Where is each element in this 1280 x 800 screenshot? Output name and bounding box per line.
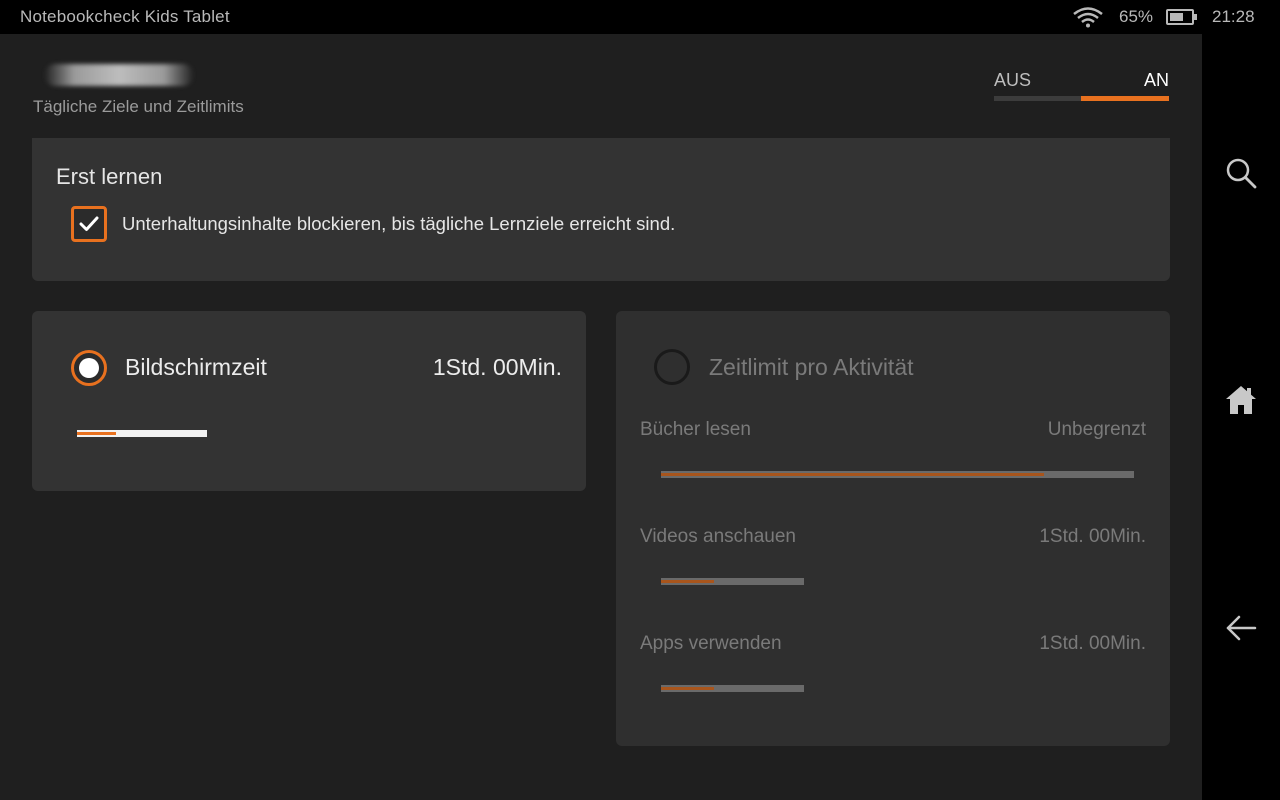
activity-value-apps: 1Std. 00Min. <box>1039 633 1146 654</box>
checkmark-icon <box>79 216 99 231</box>
search-icon <box>1226 158 1257 189</box>
activity-slider-videos[interactable] <box>661 578 804 585</box>
toggle-off-label[interactable]: AUS <box>994 70 1031 91</box>
page-subtitle: Tägliche Ziele und Zeitlimits <box>33 97 244 116</box>
home-button[interactable] <box>1221 380 1261 420</box>
main-content: Tägliche Ziele und Zeitlimits AUS AN Ers… <box>0 34 1202 800</box>
home-icon <box>1226 386 1256 414</box>
battery-icon <box>1166 9 1197 25</box>
back-button[interactable] <box>1221 608 1261 648</box>
activity-limit-label[interactable]: Zeitlimit pro Aktivität <box>709 354 914 381</box>
wifi-icon <box>1073 7 1103 28</box>
status-bar: Notebookcheck Kids Tablet 65% 21:28 <box>0 0 1280 34</box>
activity-label-apps: Apps verwenden <box>640 633 782 654</box>
screen-time-card: Bildschirmzeit 1Std. 00Min. <box>32 311 586 491</box>
slider-fill <box>661 473 1045 476</box>
on-off-toggle[interactable]: AUS AN <box>994 68 1169 104</box>
activity-limit-card: Zeitlimit pro Aktivität Bücher lesen Unb… <box>616 311 1170 746</box>
screen-time-value: 1Std. 00Min. <box>432 354 562 380</box>
learn-first-title: Erst lernen <box>56 164 163 189</box>
activity-slider-books[interactable] <box>661 471 1134 478</box>
screen-time-label[interactable]: Bildschirmzeit <box>125 354 267 381</box>
slider-fill <box>661 687 714 690</box>
slider-fill <box>77 432 116 435</box>
activity-value-books: Unbegrenzt <box>1047 419 1146 440</box>
block-entertainment-label[interactable]: Unterhaltungsinhalte blockieren, bis täg… <box>122 213 675 235</box>
profile-name-blurred <box>44 64 194 86</box>
toggle-thumb <box>1081 96 1169 101</box>
block-entertainment-checkbox[interactable] <box>71 206 107 242</box>
activity-label-books: Bücher lesen <box>640 419 751 440</box>
status-title: Notebookcheck Kids Tablet <box>20 7 230 26</box>
activity-label-videos: Videos anschauen <box>640 526 796 547</box>
navigation-bar <box>1202 34 1280 800</box>
clock: 21:28 <box>1212 7 1255 26</box>
battery-percentage: 65% <box>1119 7 1154 26</box>
search-button[interactable] <box>1221 153 1261 193</box>
activity-slider-apps[interactable] <box>661 685 804 692</box>
learn-first-card: Erst lernen Unterhaltungsinhalte blockie… <box>32 138 1170 281</box>
toggle-on-label[interactable]: AN <box>1144 70 1169 91</box>
back-icon <box>1226 615 1257 641</box>
slider-fill <box>661 580 714 583</box>
screen-time-slider[interactable] <box>77 430 207 437</box>
activity-value-videos: 1Std. 00Min. <box>1039 526 1146 547</box>
activity-limit-radio[interactable] <box>654 349 690 385</box>
toggle-track <box>994 96 1169 101</box>
screen-time-radio[interactable] <box>71 350 107 386</box>
